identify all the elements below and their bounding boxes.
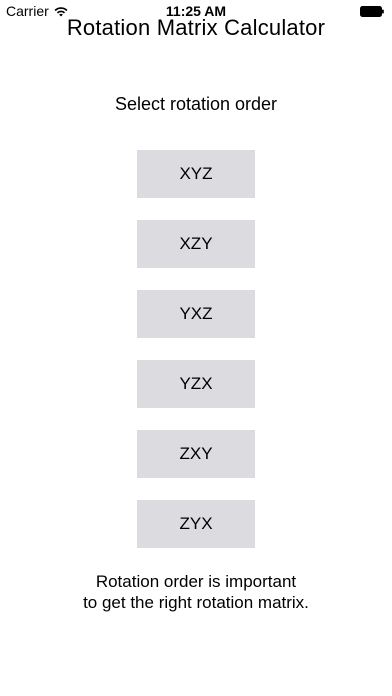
order-button-xyz[interactable]: XYZ — [137, 150, 255, 198]
order-button-yzx[interactable]: YZX — [137, 360, 255, 408]
order-button-zxy[interactable]: ZXY — [137, 430, 255, 478]
order-button-zyx[interactable]: ZYX — [137, 500, 255, 548]
order-button-xzy[interactable]: XZY — [137, 220, 255, 268]
rotation-order-note: Rotation order is important to get the r… — [0, 571, 392, 613]
order-button-yxz[interactable]: YXZ — [137, 290, 255, 338]
rotation-order-prompt: Select rotation order — [114, 94, 278, 114]
note-line-1: Rotation order is important — [95, 572, 297, 591]
rotation-order-list: XYZ XZY YXZ YZX ZXY ZYX — [137, 150, 255, 570]
note-line-2: to get the right rotation matrix. — [83, 593, 309, 612]
page-title: Rotation Matrix Calculator — [66, 15, 326, 40]
